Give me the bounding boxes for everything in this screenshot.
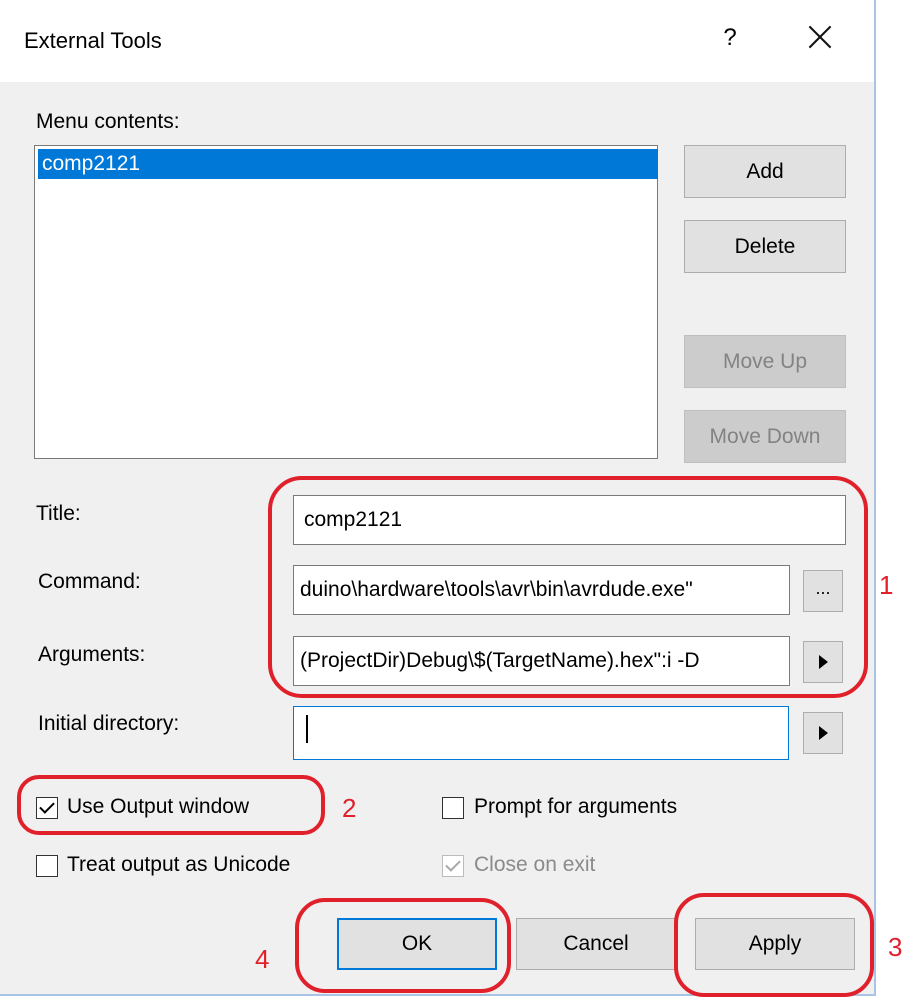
prompt-for-arguments-label[interactable]: Prompt for arguments: [474, 795, 677, 819]
annotation-oval-fields: [268, 476, 868, 698]
menu-contents-list[interactable]: comp2121: [34, 145, 658, 459]
delete-button[interactable]: Delete: [684, 220, 846, 273]
treat-output-as-unicode-label[interactable]: Treat output as Unicode: [67, 853, 290, 877]
initial-directory-label: Initial directory:: [38, 712, 180, 735]
annotation-number-4: 4: [255, 944, 270, 974]
cancel-button[interactable]: Cancel: [516, 918, 676, 970]
annotation-number-2: 2: [342, 793, 357, 823]
menu-contents-label: Menu contents:: [36, 110, 180, 133]
close-icon[interactable]: [805, 22, 835, 52]
text-caret: [306, 715, 308, 743]
arrow-right-icon: [819, 726, 828, 740]
list-item[interactable]: comp2121: [38, 149, 658, 179]
annotation-number-1: 1: [879, 570, 894, 600]
title-bar: External Tools ?: [0, 0, 874, 82]
annotation-number-3: 3: [888, 932, 903, 962]
annotation-oval-ok: [295, 898, 511, 993]
annotation-oval-output: [17, 775, 325, 835]
initial-directory-input[interactable]: [293, 706, 789, 760]
window-title: External Tools: [24, 28, 162, 53]
close-on-exit-checkbox: [442, 855, 464, 877]
move-up-button[interactable]: Move Up: [684, 335, 846, 388]
initial-directory-menu-button[interactable]: [803, 712, 843, 754]
command-label: Command:: [38, 570, 141, 593]
help-button[interactable]: ?: [718, 24, 742, 52]
close-on-exit-label: Close on exit: [474, 853, 596, 876]
external-tools-dialog: External Tools ? Menu contents: comp2121…: [0, 0, 876, 997]
annotation-oval-apply: [674, 893, 874, 997]
title-label: Title:: [36, 502, 81, 525]
add-button[interactable]: Add: [684, 145, 846, 198]
treat-output-as-unicode-checkbox[interactable]: [36, 855, 58, 877]
prompt-for-arguments-checkbox[interactable]: [442, 797, 464, 819]
arguments-label: Arguments:: [38, 643, 146, 666]
move-down-button[interactable]: Move Down: [684, 410, 846, 463]
